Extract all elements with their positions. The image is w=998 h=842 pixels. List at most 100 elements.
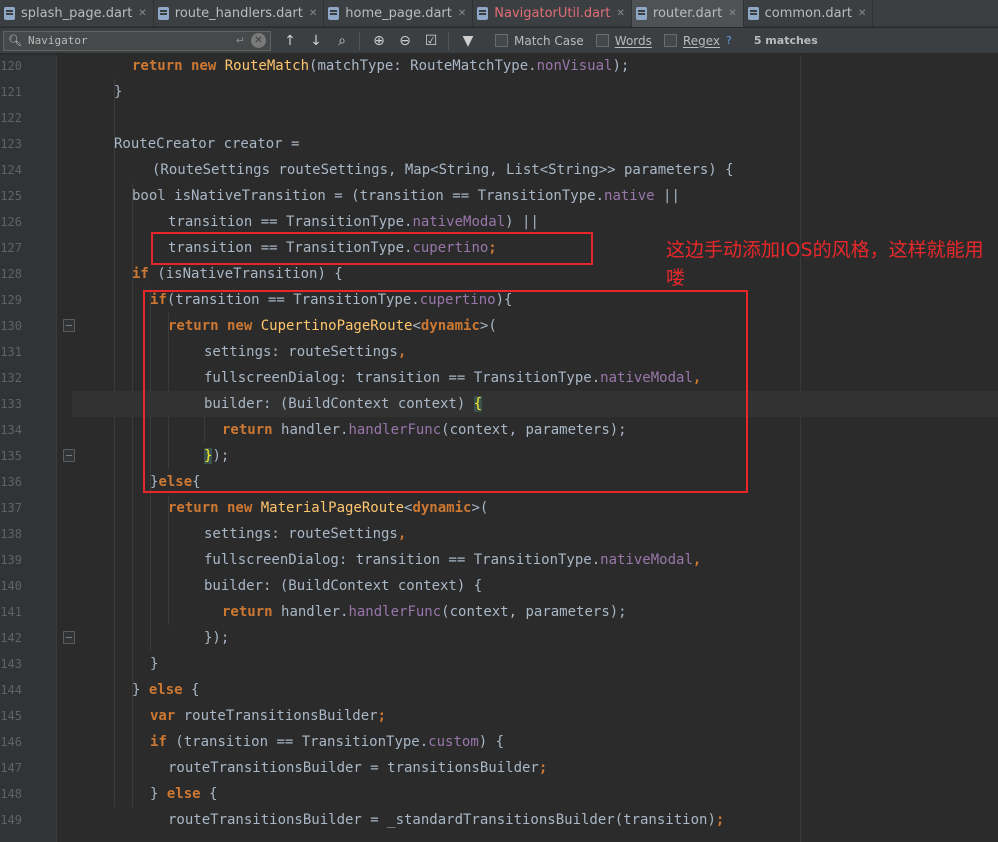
code-token: { [473,396,483,412]
code-token: , [397,344,407,360]
code-token: } [132,682,149,698]
code-token: ; [377,708,387,724]
code-token: < [412,318,421,334]
code-token: ); [612,58,630,74]
add-selection-icon[interactable]: ⊕ [372,33,386,49]
code-token: dynamic [412,500,472,516]
enter-icon[interactable]: ↵ [236,34,245,47]
line-number: 127 [0,241,22,255]
code-token: ; [715,812,725,828]
tab-common-dart[interactable]: common.dart ✕ [744,0,874,27]
remove-selection-icon[interactable]: ⊖ [398,33,412,49]
words-checkbox[interactable]: Words [595,34,652,48]
code-line[interactable]: }else{ [72,469,201,495]
clear-icon[interactable]: ✕ [251,33,266,48]
filter-icon[interactable]: ▼ [461,33,475,49]
code-line[interactable]: return new MaterialPageRoute<dynamic>( [72,495,488,521]
code-line[interactable]: return new CupertinoPageRoute<dynamic>( [72,313,497,339]
editor-tab-bar: splash_page.dart ✕ route_handlers.dart ✕ hom… [0,0,998,27]
arrow-up-icon[interactable]: ↑ [283,33,297,49]
regex-checkbox[interactable]: Regex [663,34,720,48]
code-token: ) || [505,214,539,230]
fold-marker-icon[interactable] [63,449,75,462]
line-number-gutter: 120 121 122 123 124 125 126 127 128 129 130 131 132 1… [0,55,56,842]
code-token: } [114,84,123,100]
code-line[interactable]: routeTransitionsBuilder = transitionsBui… [72,755,547,781]
code-line[interactable]: builder: (BuildContext context) { [72,573,482,599]
tab-home-page-dart[interactable]: home_page.dart ✕ [324,0,474,27]
code-line[interactable]: routeTransitionsBuilder = _standardTrans… [72,807,724,833]
code-line[interactable]: var routeTransitionsBuilder; [72,703,386,729]
close-icon[interactable]: ✕ [458,8,466,19]
code-token: ){ [495,292,513,308]
line-number: 142 [0,631,22,645]
code-line[interactable]: } [72,79,122,105]
line-number: 125 [0,189,22,203]
search-icon[interactable]: 🔍︎ [8,34,28,47]
match-case-box[interactable] [495,34,508,47]
code-line[interactable]: return handler.handlerFunc(context, para… [72,417,627,443]
regex-box[interactable] [663,34,677,47]
arrow-down-icon[interactable]: ↓ [309,33,323,49]
line-number: 139 [0,553,22,567]
line-number: 137 [0,501,22,515]
code-token: return new [168,500,261,516]
fold-marker-icon[interactable] [63,319,75,332]
close-icon[interactable]: ✕ [309,8,317,19]
code-line[interactable]: return handler.handlerFunc(context, para… [72,599,627,625]
code-line[interactable]: } else { [72,677,199,703]
code-line[interactable]: builder: (BuildContext context) { [72,391,998,417]
code-token: , [692,552,702,568]
code-line[interactable]: (RouteSettings routeSettings, Map<String… [72,157,734,183]
search-input[interactable] [28,34,230,47]
tab-router-dart[interactable]: router.dart ✕ [631,0,744,27]
code-token: ) { [478,734,505,750]
code-token: MaterialPageRoute [260,500,405,516]
search-box[interactable]: 🔍︎ ↵ ✕ [3,30,271,51]
code-line[interactable]: } [72,651,158,677]
code-line[interactable]: settings: routeSettings, [72,339,406,365]
code-editor[interactable]: 120 121 122 123 124 125 126 127 128 129 130 131 132 1… [0,55,998,842]
match-case-label: Match Case [514,33,584,48]
tab-route-handlers-dart[interactable]: route_handlers.dart ✕ [154,0,325,27]
code-token: dynamic [420,318,480,334]
code-line[interactable]: transition == TransitionType.cupertino; [72,235,497,261]
tab-splash-page-dart[interactable]: splash_page.dart ✕ [0,0,154,27]
code-line[interactable]: if (transition == TransitionType.custom)… [72,729,504,755]
tab-navigatorutil-dart[interactable]: NavigatorUtil.dart ✕ [473,0,632,27]
code-line[interactable]: bool isNativeTransition = (transition ==… [72,183,680,209]
select-all-occurrences-icon[interactable]: ☑ [424,33,438,49]
close-icon[interactable]: ✕ [617,8,625,19]
words-box[interactable] [595,34,609,47]
code-line[interactable]: fullscreenDialog: transition == Transiti… [72,365,701,391]
code-line[interactable]: }); [72,443,229,469]
code-token: (isNativeTransition) { [157,266,343,282]
code-token: builder: (BuildContext context) { [204,578,483,594]
code-token: ); [212,448,230,464]
close-icon[interactable]: ✕ [858,8,866,19]
code-token: transition == TransitionType. [168,214,413,230]
code-line[interactable]: if(transition == TransitionType.cupertin… [72,287,512,313]
code-line[interactable]: if (isNativeTransition) { [72,261,343,287]
code-line[interactable]: fullscreenDialog: transition == Transiti… [72,547,701,573]
close-icon[interactable]: ✕ [728,8,736,19]
code-line[interactable]: settings: routeSettings, [72,521,406,547]
code-line[interactable]: } else { [72,781,217,807]
code-line[interactable]: transition == TransitionType.nativeModal… [72,209,539,235]
code-line[interactable]: }); [72,625,229,651]
tab-label: home_page.dart [345,6,452,21]
find-all-icon[interactable]: ⌕ [335,33,349,49]
code-line[interactable]: return new RouteMatch(matchType: RouteMa… [72,55,629,79]
code-token: CupertinoPageRoute [260,318,413,334]
match-case-checkbox[interactable]: Match Case [495,34,584,48]
code-token: return new [132,58,225,74]
line-number: 131 [0,345,22,359]
code-line[interactable]: RouteCreator creator = [72,131,299,157]
fold-marker-icon[interactable] [63,631,75,644]
regex-help-link[interactable]: ? [726,34,732,47]
close-icon[interactable]: ✕ [138,8,146,19]
code-token: (context, parameters); [441,422,627,438]
code-token: { [191,682,200,698]
toolbar-separator [359,31,360,50]
code-token: else [166,786,210,802]
